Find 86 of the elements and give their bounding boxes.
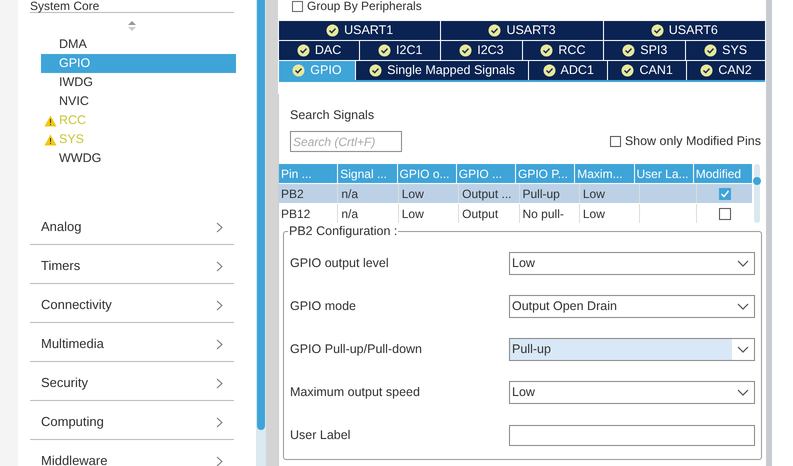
- sort-icon: [128, 21, 136, 31]
- peripheral-tab[interactable]: I2C3: [441, 41, 522, 60]
- checkmark-icon: [720, 188, 730, 198]
- group-by-checkbox[interactable]: [292, 1, 303, 12]
- category-item[interactable]: Connectivity: [30, 284, 234, 323]
- peripheral-tab[interactable]: USART3: [441, 21, 603, 40]
- check-circle-icon: [292, 64, 306, 77]
- scrollbar-thumb[interactable]: [257, 0, 265, 430]
- check-circle-icon: [488, 24, 502, 37]
- group-title: PB2 Configuration :: [288, 223, 398, 239]
- table-cell: Low: [400, 204, 460, 223]
- check-circle-icon: [621, 64, 634, 77]
- category-item[interactable]: Middleware: [30, 440, 234, 466]
- modified-checkbox[interactable]: [718, 208, 731, 220]
- field-label: GPIO Pull-up/Pull-down: [290, 341, 422, 358]
- modified-checkbox[interactable]: [718, 188, 731, 200]
- field-label: GPIO mode: [290, 298, 356, 316]
- category-item[interactable]: Computing: [30, 401, 234, 440]
- field-label: User Label: [290, 427, 350, 444]
- table-cell: Output ...: [460, 184, 520, 203]
- peripheral-tab[interactable]: SYS: [686, 41, 766, 60]
- check-circle-icon: [650, 24, 664, 37]
- peripheral-tab[interactable]: USART6: [604, 21, 765, 40]
- category-item[interactable]: Security: [30, 362, 234, 401]
- table-cell: n/a: [339, 184, 399, 203]
- peripheral-tab[interactable]: DAC: [279, 41, 360, 60]
- check-circle-icon: [540, 44, 554, 57]
- check-circle-icon: [326, 24, 340, 37]
- field-label: GPIO output level: [290, 255, 389, 272]
- check-circle-icon: [704, 44, 718, 57]
- chevron-right-icon: [216, 456, 223, 466]
- check-circle-icon: [296, 44, 310, 57]
- chevron-right-icon: [216, 222, 223, 232]
- peripheral-item[interactable]: DMA: [41, 35, 236, 54]
- check-circle-icon: [700, 64, 714, 77]
- dropdown-field[interactable]: Low: [509, 381, 755, 404]
- input-field[interactable]: [509, 425, 755, 446]
- dropdown-field[interactable]: Output Open Drain: [509, 295, 755, 318]
- peripheral-item[interactable]: WWDG: [41, 149, 236, 168]
- chevron-right-icon: [216, 416, 223, 428]
- peripheral-tab[interactable]: SPI3: [604, 41, 686, 60]
- chevron-right-icon: [216, 338, 223, 350]
- chevron-right-icon: [216, 378, 223, 388]
- peripheral-tab[interactable]: I2C1: [360, 41, 440, 60]
- warning-icon: [44, 134, 56, 146]
- category-item[interactable]: Multimedia: [30, 323, 234, 362]
- dropdown-field[interactable]: Pull-up: [509, 338, 755, 361]
- peripheral-tab[interactable]: USART1: [279, 21, 440, 40]
- dropdown-field[interactable]: Low: [509, 252, 755, 275]
- peripheral-tab[interactable]: RCC: [522, 41, 604, 60]
- table-cell: Low: [580, 184, 640, 203]
- table-scrollbar[interactable]: [754, 164, 760, 223]
- category-item[interactable]: Timers: [30, 245, 234, 284]
- modified-only-checkbox[interactable]: [610, 136, 621, 147]
- check-circle-icon: [378, 44, 392, 57]
- checkbox-label: Show only Modified Pins: [624, 133, 761, 150]
- field-label: Maximum output speed: [290, 384, 420, 402]
- caret-down-icon: [737, 303, 749, 310]
- scrollbar-track[interactable]: [256, 0, 266, 466]
- table-cell: Pull-up: [520, 184, 580, 203]
- caret-down-icon: [737, 389, 749, 396]
- table-cell: No pull-: [520, 204, 580, 223]
- table-cell: Low: [580, 204, 640, 223]
- search-label: Search Signals: [290, 108, 374, 122]
- chevron-right-icon: [216, 260, 223, 272]
- peripheral-tab[interactable]: ADC1: [529, 61, 608, 80]
- category-title: System Core: [30, 0, 100, 12]
- warning-icon: [44, 114, 56, 126]
- caret-down-icon: [737, 260, 749, 267]
- check-circle-icon: [542, 64, 556, 77]
- check-circle-icon: [369, 64, 382, 77]
- table-cell: PB2: [279, 184, 338, 203]
- chevron-right-icon: [216, 300, 223, 310]
- checkbox-label: Group By Peripherals: [307, 0, 422, 12]
- check-circle-icon: [459, 44, 472, 57]
- category-item[interactable]: Analog: [30, 206, 234, 245]
- caret-down-icon: [737, 346, 749, 353]
- peripheral-tab[interactable]: Single Mapped Signals: [356, 61, 528, 80]
- table-cell: Output: [460, 204, 520, 223]
- peripheral-tab[interactable]: CAN2: [687, 61, 765, 80]
- peripheral-item[interactable]: NVIC: [41, 92, 236, 111]
- peripheral-tab[interactable]: CAN1: [608, 61, 686, 80]
- table-cell: Low: [400, 184, 460, 203]
- search-field[interactable]: Search (Crtl+F): [290, 131, 402, 152]
- peripheral-item[interactable]: IWDG: [41, 73, 236, 92]
- check-circle-icon: [622, 44, 636, 57]
